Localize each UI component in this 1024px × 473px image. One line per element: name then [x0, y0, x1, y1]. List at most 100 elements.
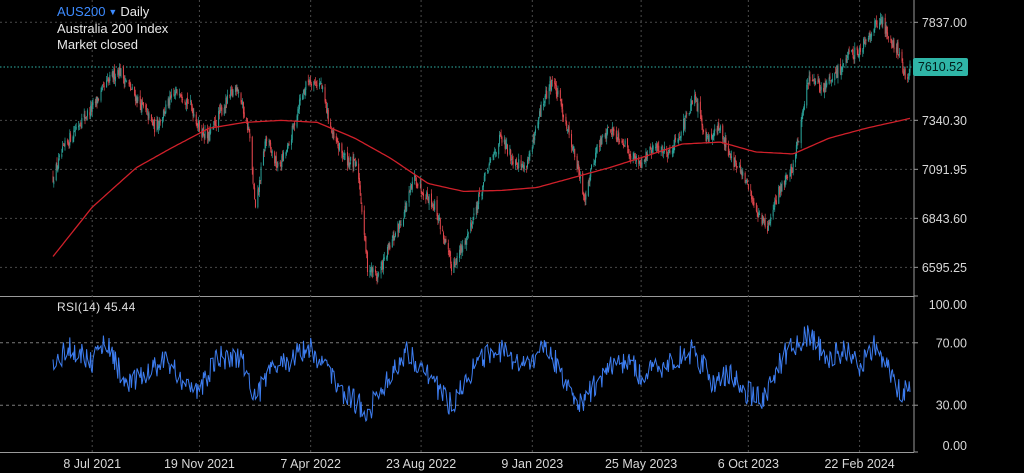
candle-body: [148, 113, 150, 119]
candle-body: [421, 191, 423, 194]
candle-body: [587, 181, 589, 196]
candle-body: [842, 64, 844, 67]
candle: [718, 118, 720, 131]
candle-body: [574, 148, 576, 158]
candle-body: [139, 95, 141, 105]
candle: [722, 123, 724, 144]
candle-body: [848, 50, 850, 52]
candle: [601, 136, 603, 145]
candle: [650, 143, 652, 150]
candle-body: [759, 214, 761, 215]
candle: [845, 54, 847, 69]
candle: [282, 149, 284, 162]
candle-body: [887, 36, 889, 39]
candle: [428, 193, 430, 211]
candle: [258, 176, 260, 198]
candle: [876, 20, 878, 29]
candle: [377, 271, 379, 283]
candle: [359, 180, 361, 196]
candle-body: [375, 274, 377, 276]
candle-body: [154, 118, 156, 133]
candle: [583, 193, 585, 202]
candle-body: [650, 146, 652, 150]
candle-body: [81, 117, 83, 129]
candle-body: [789, 172, 791, 177]
candle: [302, 93, 304, 101]
candle-body: [656, 144, 658, 149]
candle: [434, 199, 436, 213]
candle: [186, 92, 188, 110]
candle: [532, 134, 534, 149]
candle: [146, 103, 148, 115]
candle-body: [566, 123, 568, 129]
candle: [572, 144, 574, 153]
candle-body: [365, 236, 367, 252]
candle: [864, 36, 866, 48]
candle-body: [445, 238, 447, 243]
candle-body: [354, 158, 356, 161]
candle-body: [288, 144, 290, 145]
candle-body: [745, 180, 747, 182]
candle-body: [471, 225, 473, 229]
candle-body: [546, 91, 548, 99]
timeframe-label[interactable]: Daily: [120, 4, 149, 19]
candle-body: [607, 126, 609, 128]
candle-body: [593, 163, 595, 165]
candle-body: [481, 193, 483, 196]
candle-body: [544, 95, 546, 104]
candle: [58, 153, 60, 170]
candle: [618, 128, 620, 145]
candle-body: [382, 258, 384, 270]
candle: [562, 103, 564, 122]
candle: [516, 162, 518, 171]
candle: [458, 245, 460, 262]
candle-body: [487, 171, 489, 173]
candle-body: [538, 117, 540, 125]
candle: [310, 75, 312, 86]
symbol-label[interactable]: AUS200: [57, 4, 105, 19]
candle-body: [120, 68, 122, 77]
candle-body: [243, 112, 245, 117]
candle-body: [718, 123, 720, 130]
candle-body: [266, 137, 268, 142]
candle-body: [772, 209, 774, 217]
candle: [374, 265, 376, 276]
market-status: Market closed: [57, 37, 138, 52]
candle: [178, 88, 180, 99]
candle-body: [62, 146, 64, 153]
candle-body: [124, 80, 126, 84]
candle-body: [736, 166, 738, 168]
candle-body: [302, 95, 304, 100]
candle: [904, 66, 906, 80]
candle-body: [699, 101, 701, 114]
rsi-tick-label: 0.00: [943, 439, 967, 453]
candle-body: [450, 264, 452, 271]
candle-body: [342, 156, 344, 157]
candle: [841, 66, 843, 76]
candle: [353, 153, 355, 172]
price-chart[interactable]: 8 Jul 2021 19 Nov 2021 7 Apr 2022 23 Aug 20…: [0, 0, 1024, 473]
chevron-down-icon[interactable]: ▼: [108, 7, 117, 17]
candle: [442, 225, 444, 232]
candle-body: [623, 143, 625, 147]
y-tick-label: 6843.60: [922, 212, 967, 226]
candle-body: [675, 137, 677, 140]
candle: [327, 108, 329, 124]
candle: [751, 190, 753, 203]
instrument-name: Australia 200 Index: [57, 21, 169, 36]
symbol-selector[interactable]: AUS200 ▼ Daily: [57, 4, 149, 20]
candle: [386, 244, 388, 261]
candle: [685, 110, 687, 118]
candle-body: [695, 99, 697, 101]
candle-body: [713, 130, 715, 137]
candle: [482, 185, 484, 200]
candle-body: [847, 51, 849, 55]
candle-body: [742, 171, 744, 176]
candle-body: [320, 82, 322, 84]
candle-body: [438, 217, 440, 220]
candle: [389, 242, 391, 251]
candle-body: [907, 76, 909, 79]
candle-body: [226, 95, 228, 104]
candle-body: [98, 98, 100, 100]
candle-body: [806, 84, 808, 106]
